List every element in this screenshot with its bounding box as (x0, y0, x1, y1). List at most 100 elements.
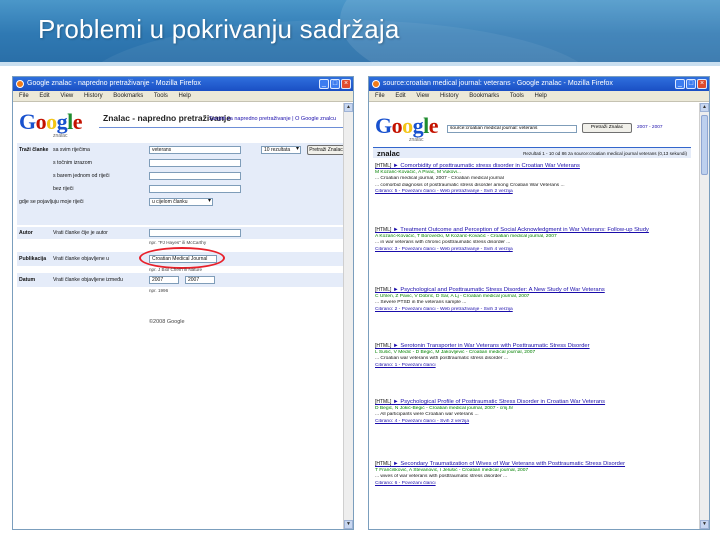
results-stats: Rezultati 1 - 10 od 86 za source:croatia… (523, 151, 687, 156)
minimize-icon[interactable]: _ (319, 79, 329, 89)
window-titlebar[interactable]: source:croatian medical journal: veteran… (369, 77, 709, 91)
publication-hint: npr. J Biol Chem ili Nature (149, 267, 203, 272)
vertical-scrollbar[interactable]: ▲ ▼ (699, 103, 709, 529)
date-to-input[interactable]: 2007 (185, 276, 215, 284)
firefox-icon (372, 80, 380, 88)
all-words-input[interactable]: veterans (149, 146, 241, 154)
scroll-down-icon[interactable]: ▼ (344, 520, 353, 529)
where-words-occur-label: gdje se pojavljuju moje riječi (19, 199, 84, 205)
search-button[interactable]: Pretraži Znalac (307, 145, 343, 155)
all-words-label: sa svim riječima (53, 147, 90, 153)
result-item: [HTML] ► Comorbidity of posttraumatic st… (375, 163, 691, 196)
results-window: source:croatian medical journal: veteran… (368, 76, 710, 530)
result-title[interactable]: [HTML] ► Serotonin Transporter in War Ve… (375, 343, 691, 350)
maximize-icon[interactable]: □ (330, 79, 340, 89)
result-item: [HTML] ► Serotonin Transporter in War Ve… (375, 343, 691, 369)
result-title[interactable]: [HTML] ► Psychological and Posttraumatic… (375, 287, 691, 294)
menu-edit[interactable]: Edit (395, 93, 405, 99)
scholar-subtitle: znalac (53, 133, 68, 139)
publication-label: Publikacija (19, 256, 47, 262)
window-titlebar[interactable]: Google znalac - napredno pretraživanje -… (13, 77, 353, 91)
result-item: [HTML] ► Treatment Outcome and Perceptio… (375, 227, 691, 253)
result-item: [HTML] ► Secondary Traumatization of Wiv… (375, 461, 691, 487)
author-band: Autor Vrati članke čije je autor (17, 227, 343, 239)
without-words-input[interactable] (149, 185, 241, 193)
page-content: Google znalac Znalac - napredno pretraži… (13, 103, 343, 529)
result-links[interactable]: Citirano: 5 - Povezani članci - Web pret… (375, 189, 691, 195)
firefox-icon (16, 80, 24, 88)
result-title[interactable]: [HTML] ► Treatment Outcome and Perceptio… (375, 227, 691, 234)
date-label: Datum (19, 277, 36, 283)
highlight-oval (139, 247, 225, 269)
scroll-up-icon[interactable]: ▲ (344, 103, 353, 112)
menu-history[interactable]: History (440, 93, 459, 99)
advanced-search-window: Google znalac - napredno pretraživanje -… (12, 76, 354, 530)
results-per-page-select[interactable]: 10 rezultata (261, 146, 301, 154)
result-links[interactable]: Citirano: 1 - Povezani članci (375, 363, 691, 369)
window-title: Google znalac - napredno pretraživanje -… (27, 80, 201, 87)
menu-help[interactable]: Help (179, 93, 191, 99)
search-input[interactable]: source:croatian medical journal: veteran… (447, 125, 577, 133)
without-words-label: bez riječi (53, 186, 74, 192)
any-words-input[interactable] (149, 172, 241, 180)
author-hint: npr. "PJ Hayes" ili McCarthy (149, 240, 207, 245)
result-item: [HTML] ► Psychological and Posttraumatic… (375, 287, 691, 313)
date-range[interactable]: 2007 - 2007 (637, 125, 663, 130)
menu-tools[interactable]: Tools (510, 93, 524, 99)
find-articles-label: Traži članke (19, 147, 49, 153)
scroll-thumb[interactable] (701, 115, 708, 175)
minimize-icon[interactable]: _ (675, 79, 685, 89)
heading-rule (99, 127, 343, 128)
google-logo[interactable]: Google (19, 109, 83, 135)
menu-help[interactable]: Help (535, 93, 547, 99)
scroll-down-icon[interactable]: ▼ (700, 520, 709, 529)
result-title[interactable]: [HTML] ► Comorbidity of posttraumatic st… (375, 163, 691, 170)
close-icon[interactable]: × (341, 79, 351, 89)
close-icon[interactable]: × (697, 79, 707, 89)
menu-file[interactable]: File (375, 93, 385, 99)
result-title[interactable]: [HTML] ► Psychological Profile of Posttr… (375, 399, 691, 406)
result-item: [HTML] ► Psychological Profile of Posttr… (375, 399, 691, 425)
menubar: File Edit View History Bookmarks Tools H… (369, 91, 709, 102)
author-input[interactable] (149, 229, 241, 237)
help-link[interactable]: Savjeti za napredno pretraživanje | O Go… (209, 116, 336, 122)
menu-view[interactable]: View (416, 93, 429, 99)
menu-view[interactable]: View (60, 93, 73, 99)
date-band: Datum Vrati članke objavljene između 200… (17, 273, 343, 287)
google-logo[interactable]: Google (375, 113, 439, 139)
menubar: File Edit View History Bookmarks Tools H… (13, 91, 353, 102)
author-label: Autor (19, 230, 33, 236)
any-words-label: s barem jednom od riječi (53, 173, 110, 179)
title-rule (0, 62, 720, 66)
page-content: Google znalac source:croatian medical jo… (369, 103, 699, 529)
result-links[interactable]: Citirano: 3 - Povezani članci - Web pret… (375, 247, 691, 253)
search-terms-band: Traži članke sa svim riječima veterans 1… (17, 143, 343, 225)
scroll-up-icon[interactable]: ▲ (700, 103, 709, 112)
publication-desc: Vrati članke objavljene u (53, 256, 110, 262)
search-button[interactable]: Pretraži Znalac (582, 123, 632, 133)
menu-edit[interactable]: Edit (39, 93, 49, 99)
result-links[interactable]: Citirano: 4 - Povezani članci - Svih 2 v… (375, 419, 691, 425)
exact-phrase-input[interactable] (149, 159, 241, 167)
result-links[interactable]: Citirano: 6 - Povezani članci (375, 481, 691, 487)
menu-bookmarks[interactable]: Bookmarks (113, 93, 143, 99)
scholar-subtitle: znalac (409, 137, 424, 143)
slide-title: Problemi u pokrivanju sadržaja (38, 14, 400, 44)
results-bar-label: znalac (377, 149, 400, 158)
results-bar: znalac Rezultati 1 - 10 od 86 za source:… (373, 147, 691, 158)
menu-tools[interactable]: Tools (154, 93, 168, 99)
result-links[interactable]: Citirano: 2 - Povezani članci - Web pret… (375, 307, 691, 313)
menu-history[interactable]: History (84, 93, 103, 99)
title-band: Problemi u pokrivanju sadržaja (0, 0, 720, 62)
date-hint: npr. 1996 (149, 288, 169, 293)
menu-bookmarks[interactable]: Bookmarks (469, 93, 499, 99)
author-desc: Vrati članke čije je autor (53, 230, 108, 236)
result-title[interactable]: [HTML] ► Secondary Traumatization of Wiv… (375, 461, 691, 468)
date-desc: Vrati članke objavljene između (53, 277, 123, 283)
maximize-icon[interactable]: □ (686, 79, 696, 89)
date-from-input[interactable]: 2007 (149, 276, 179, 284)
exact-phrase-label: s točnim izrazom (53, 160, 92, 166)
menu-file[interactable]: File (19, 93, 29, 99)
where-words-select[interactable]: u cijelom članku (149, 198, 213, 206)
vertical-scrollbar[interactable]: ▲ ▼ (343, 103, 353, 529)
